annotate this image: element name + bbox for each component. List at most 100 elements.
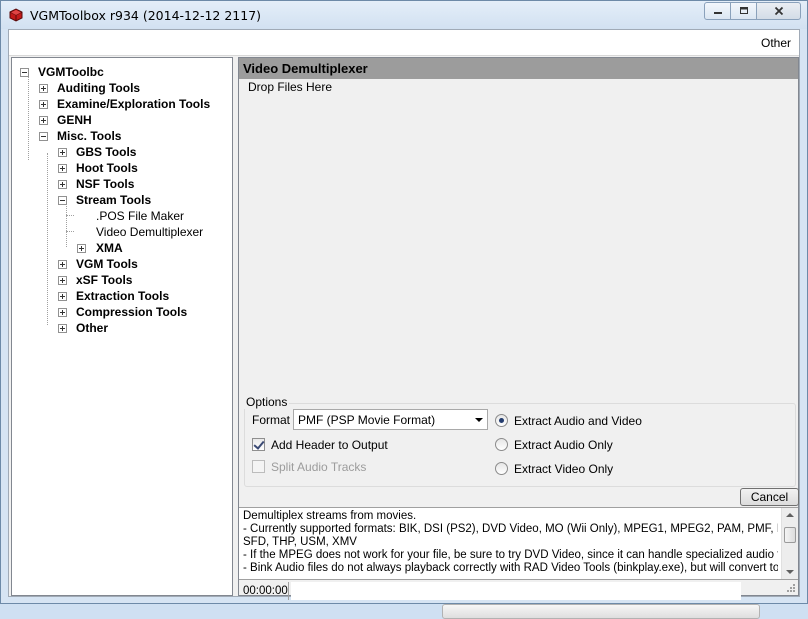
- tree-node-label: .POS File Maker: [96, 209, 185, 223]
- tree-node-label: Extraction Tools: [76, 289, 170, 303]
- radio-label: Extract Video Only: [514, 462, 614, 476]
- app-window: VGMToolbox r934 (2014-12-12 2117) Other: [0, 0, 808, 619]
- format-selected-value: PMF (PSP Movie Format): [298, 413, 436, 427]
- tree-node-label: Misc. Tools: [57, 129, 122, 143]
- expand-icon[interactable]: [77, 244, 86, 253]
- app-icon: [9, 8, 23, 22]
- title-bar[interactable]: VGMToolbox r934 (2014-12-12 2117): [1, 1, 807, 29]
- description-line: - Currently supported formats: BIK, DSI …: [243, 523, 778, 535]
- description-textbox[interactable]: Demultiplex streams from movies. - Curre…: [239, 507, 798, 580]
- tree-node-label: Examine/Exploration Tools: [57, 97, 211, 111]
- expand-icon[interactable]: [58, 260, 67, 269]
- tree-node-root[interactable]: VGMToolbc: [20, 64, 220, 80]
- expand-icon[interactable]: [39, 116, 48, 125]
- expand-icon[interactable]: [58, 180, 67, 189]
- status-bar: 00:00:00: [239, 582, 798, 600]
- radio-extract-video-only[interactable]: Extract Video Only: [495, 461, 685, 477]
- tree-connector: [47, 153, 48, 325]
- split-audio-checkbox[interactable]: [252, 460, 265, 473]
- tree-node-label: GENH: [57, 113, 92, 127]
- description-line: SFD, THP, USM, XMV: [243, 536, 357, 548]
- tree-node-xsf-tools[interactable]: xSF Tools: [58, 272, 218, 288]
- progress-bar: [442, 604, 760, 619]
- radio-label: Extract Audio and Video: [514, 414, 642, 428]
- expand-icon[interactable]: [58, 148, 67, 157]
- menu-bar: Other: [9, 30, 799, 56]
- tree-node-hoot-tools[interactable]: Hoot Tools: [58, 160, 218, 176]
- maximize-button[interactable]: [730, 2, 757, 20]
- split-audio-checkbox-row[interactable]: Split Audio Tracks: [252, 459, 412, 475]
- description-line: Demultiplex streams from movies.: [243, 510, 417, 522]
- tree-connector: [66, 215, 74, 216]
- radio-extract-audio-video[interactable]: Extract Audio and Video: [495, 413, 685, 429]
- tree-node-examine-tools[interactable]: Examine/Exploration Tools: [39, 96, 229, 112]
- tree-node-label: VGMToolbc: [38, 65, 104, 79]
- tree-node-misc-tools[interactable]: Misc. Tools: [39, 128, 219, 144]
- radio-button[interactable]: [495, 414, 508, 427]
- tree-node-extraction-tools[interactable]: Extraction Tools: [58, 288, 218, 304]
- tree-connector: [28, 72, 29, 160]
- client-area: Other VGMToolbc Auditing Tools Examine/E…: [8, 29, 800, 619]
- tree-node-video-demultiplexer[interactable]: Video Demultiplexer: [96, 224, 226, 240]
- tree-node-label: Video Demultiplexer: [96, 225, 204, 239]
- tree-node-label: Compression Tools: [76, 305, 188, 319]
- tree-node-label: XMA: [96, 241, 123, 255]
- collapse-icon[interactable]: [20, 68, 29, 77]
- tree-node-auditing-tools[interactable]: Auditing Tools: [39, 80, 219, 96]
- panel-title: Video Demultiplexer: [239, 58, 798, 79]
- close-icon: [774, 6, 783, 16]
- window-title: VGMToolbox r934 (2014-12-12 2117): [30, 8, 262, 23]
- minimize-icon: [713, 12, 722, 14]
- description-line: - If the MPEG does not work for your fil…: [243, 549, 778, 561]
- resize-grip-icon[interactable]: [786, 583, 796, 593]
- expand-icon[interactable]: [39, 84, 48, 93]
- tree-node-label: Stream Tools: [76, 193, 152, 207]
- expand-icon[interactable]: [58, 292, 67, 301]
- cancel-button[interactable]: Cancel: [740, 488, 799, 506]
- options-legend: Options: [244, 395, 290, 409]
- expand-icon[interactable]: [39, 100, 48, 109]
- description-text: Demultiplex streams from movies. - Curre…: [243, 510, 778, 575]
- tree-node-nsf-tools[interactable]: NSF Tools: [58, 176, 218, 192]
- tree-node-gbs-tools[interactable]: GBS Tools: [58, 144, 218, 160]
- minimize-button[interactable]: [704, 2, 731, 20]
- file-drop-zone[interactable]: Drop Files Here: [239, 80, 798, 404]
- tree-node-label: VGM Tools: [76, 257, 138, 271]
- tool-tree[interactable]: VGMToolbc Auditing Tools Examine/Explora…: [12, 58, 232, 595]
- maximize-icon: [739, 7, 748, 14]
- description-scrollbar[interactable]: [781, 508, 798, 579]
- radio-extract-audio-only[interactable]: Extract Audio Only: [495, 437, 685, 453]
- tree-node-vgm-tools[interactable]: VGM Tools: [58, 256, 218, 272]
- tree-node-stream-tools[interactable]: Stream Tools: [58, 192, 218, 208]
- tree-node-genh[interactable]: GENH: [39, 112, 219, 128]
- status-message-area: [291, 582, 741, 600]
- scroll-up-icon[interactable]: [786, 513, 794, 517]
- scroll-thumb[interactable]: [784, 527, 796, 543]
- radio-button[interactable]: [495, 438, 508, 451]
- scroll-down-icon[interactable]: [786, 570, 794, 574]
- tree-node-label: Other: [76, 321, 109, 335]
- tree-node-xma[interactable]: XMA: [77, 240, 217, 256]
- description-line: - Bink Audio files do not always playbac…: [243, 562, 778, 574]
- expand-icon[interactable]: [58, 164, 67, 173]
- format-dropdown[interactable]: PMF (PSP Movie Format): [293, 409, 488, 430]
- tree-connector: [66, 231, 74, 232]
- tree-node-label: xSF Tools: [76, 273, 133, 287]
- menu-item-other[interactable]: Other: [761, 36, 791, 50]
- add-header-checkbox[interactable]: [252, 438, 265, 451]
- close-button[interactable]: [756, 2, 801, 20]
- tree-node-label: GBS Tools: [76, 145, 137, 159]
- expand-icon[interactable]: [58, 276, 67, 285]
- window-controls: [704, 2, 801, 21]
- expand-icon[interactable]: [58, 324, 67, 333]
- expand-icon[interactable]: [58, 308, 67, 317]
- add-header-checkbox-row[interactable]: Add Header to Output: [252, 437, 412, 453]
- radio-button[interactable]: [495, 462, 508, 475]
- tree-node-compression-tools[interactable]: Compression Tools: [58, 304, 228, 320]
- collapse-icon[interactable]: [39, 132, 48, 141]
- tool-panel: Video Demultiplexer Drop Files Here Opti…: [238, 57, 799, 619]
- collapse-icon[interactable]: [58, 196, 67, 205]
- tree-node-other[interactable]: Other: [58, 320, 218, 336]
- tree-node-pos-file-maker[interactable]: .POS File Maker: [96, 208, 226, 224]
- split-audio-label: Split Audio Tracks: [271, 460, 367, 474]
